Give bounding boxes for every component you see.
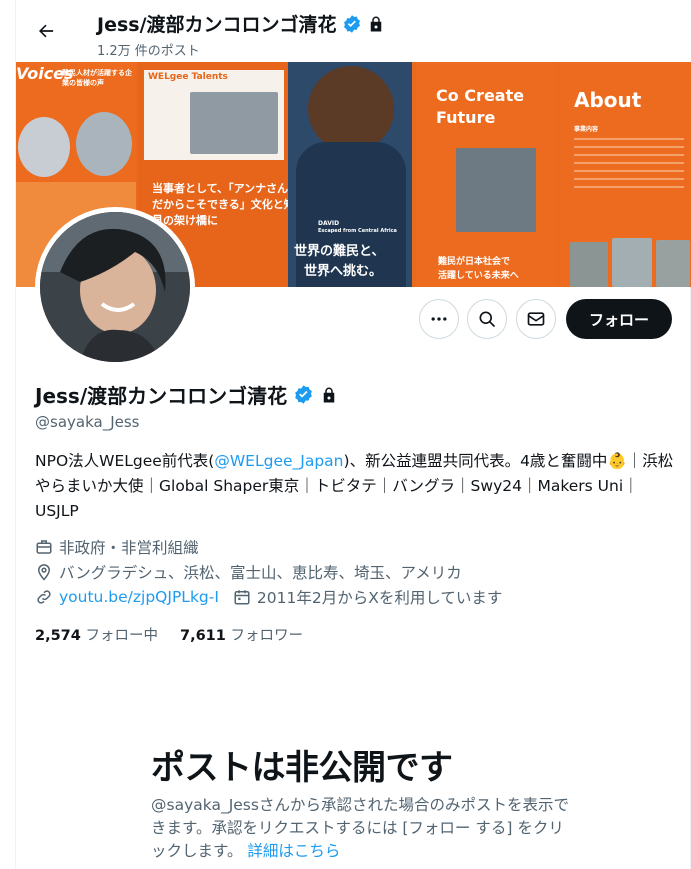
banner-panel3-big1: 世界の難民と、 <box>294 244 385 259</box>
profile-link-row: youtu.be/zjpQJPLkg-I 2011年2月からXを利用しています <box>35 586 502 608</box>
bio-mention-link[interactable]: @WELgee_Japan <box>214 452 343 470</box>
header-title: Jess/渡部カンコロンゴ清花 <box>97 10 385 37</box>
profile-bio: NPO法人WELgee前代表(@WELgee_Japan)、新公益連盟共同代表。… <box>35 449 675 524</box>
baby-emoji-icon: 👶 <box>607 452 627 470</box>
learn-more-link[interactable]: 詳細はこちら <box>247 842 340 860</box>
private-posts-title: ポストは非公開です <box>151 748 453 788</box>
banner-panel1-sub: 難民人材が活躍する企業の皆様の声 <box>62 69 132 87</box>
banner-panel3-big2: 世界へ挑む。 <box>304 264 383 279</box>
verified-badge-icon[interactable] <box>293 384 314 405</box>
followers-count[interactable]: 7,611 フォロワー <box>180 624 303 645</box>
more-icon <box>431 317 447 321</box>
profile-website-link[interactable]: youtu.be/zjpQJPLkg-I <box>59 588 219 606</box>
banner-panel-cocreate: Co Create Future 難民が日本社会で 活躍している未来へ <box>416 62 556 287</box>
following-number: 2,574 <box>35 628 81 644</box>
lock-icon <box>323 387 335 402</box>
calendar-icon <box>233 588 251 606</box>
header-name: Jess/渡部カンコロンゴ清花 <box>97 14 337 36</box>
profile-name-row: Jess/渡部カンコロンゴ清花 <box>35 380 338 409</box>
banner-panel2-brand: WELgee Talents <box>148 72 228 82</box>
profile-category: 非政府・非営利組織 <box>35 536 199 558</box>
banner-panel5-sub: 事業内容 <box>574 126 599 133</box>
following-count[interactable]: 2,574 フォロー中 <box>35 624 158 645</box>
banner-panel3-name: DAVID <box>318 220 340 227</box>
follow-counts: 2,574 フォロー中 7,611 フォロワー <box>35 624 303 645</box>
search-button[interactable] <box>467 299 507 339</box>
private-posts-text: @sayaka_Jessさんから承認された場合のみポストを表示できます。承認をリ… <box>151 794 571 863</box>
banner-panel5-title: About <box>574 88 642 112</box>
profile-column: Jess/渡部カンコロンゴ清花 1.2万 件のポスト Voices 難民人材が活… <box>15 0 691 869</box>
banner-panel4-caption1: 難民が日本社会で <box>438 257 511 267</box>
briefcase-icon <box>35 538 53 556</box>
verified-badge-icon <box>343 14 360 33</box>
avatar[interactable] <box>35 207 195 367</box>
profile-location: バングラデシュ、浜松、富士山、恵比寿、埼玉、アメリカ <box>35 561 462 583</box>
category-text: 非政府・非営利組織 <box>59 539 199 557</box>
location-pin-icon <box>35 563 53 581</box>
top-header: Jess/渡部カンコロンゴ清花 1.2万 件のポスト <box>16 0 691 62</box>
private-posts-description: @sayaka_Jessさんから承認された場合のみポストを表示できます。承認をリ… <box>151 796 569 860</box>
bio-text-2: )、新公益連盟共同代表。4歳と奮闘中 <box>343 452 608 470</box>
following-label: フォロー中 <box>85 628 158 644</box>
location-text: バングラデシュ、浜松、富士山、恵比寿、埼玉、アメリカ <box>59 564 462 582</box>
search-icon <box>479 311 496 328</box>
back-button[interactable] <box>30 15 62 47</box>
banner-panel3-info: Escaped from Central Africa <box>318 228 397 234</box>
banner-panel4-caption2: 活躍している未来へ <box>438 271 519 281</box>
banner-panel2-caption1: 当事者として、「アンナさん <box>152 182 288 195</box>
more-button[interactable] <box>419 299 459 339</box>
link-icon <box>35 588 53 606</box>
banner-panel4-title1: Co Create <box>436 86 525 105</box>
bio-text-1: NPO法人WELgee前代表( <box>35 452 215 470</box>
follow-button[interactable]: フォロー <box>566 299 672 339</box>
arrow-left-icon <box>39 24 54 38</box>
banner-panel4-title2: Future <box>436 108 496 127</box>
banner-panel-portrait: DAVID Escaped from Central Africa 世界の難民と… <box>288 62 412 287</box>
avatar-photo <box>40 212 190 362</box>
post-count: 1.2万 件のポスト <box>97 44 200 59</box>
followers-label: フォロワー <box>230 628 303 644</box>
profile-handle: @sayaka_Jess <box>35 413 140 431</box>
followers-number: 7,611 <box>179 628 226 644</box>
banner-panel-about: About 事業内容 <box>560 62 691 287</box>
mail-icon <box>527 312 545 326</box>
joined-date-text: 2011年2月からXを利用しています <box>256 589 503 607</box>
profile-name: Jess/渡部カンコロンゴ清花 <box>35 384 288 408</box>
lock-icon <box>370 16 381 31</box>
message-button[interactable] <box>516 299 556 339</box>
banner-panel2-caption2: だからこそできる」文化と知 <box>152 198 288 211</box>
